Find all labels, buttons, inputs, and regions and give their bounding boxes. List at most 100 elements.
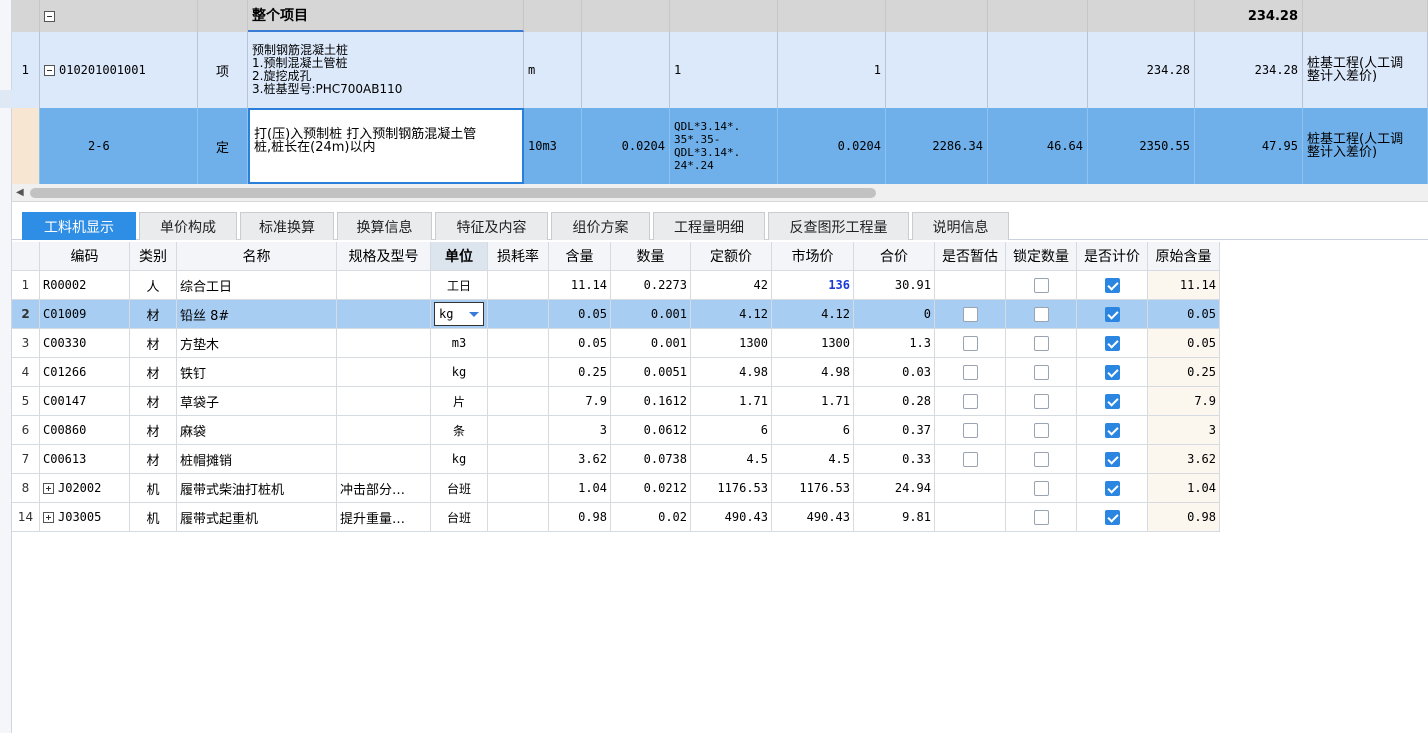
cell-quota[interactable]: 4.5	[691, 445, 772, 473]
cell-market[interactable]: 1.71	[772, 387, 854, 415]
header-is-priced[interactable]: 是否计价	[1077, 242, 1148, 270]
cell-code[interactable]: C00613	[40, 445, 130, 473]
header-unit[interactable]: 单位	[431, 242, 488, 270]
cell-spec[interactable]	[337, 358, 431, 386]
sub-content[interactable]: 0.0204	[582, 108, 670, 184]
cell-qty[interactable]: 0.001	[611, 300, 691, 328]
cell-total[interactable]: 0.33	[854, 445, 935, 473]
cell-name[interactable]: 铅丝 8#	[177, 300, 337, 328]
cell-content[interactable]: 0.05	[549, 329, 611, 357]
scroll-left-icon[interactable]: ◀	[16, 187, 24, 198]
cell-priced[interactable]	[1077, 387, 1148, 415]
cell-qty[interactable]: 0.0738	[611, 445, 691, 473]
quota-sub-row[interactable]: 2-6 定 打(压)入预制桩 打入预制钢筋混凝土管 桩,桩长在(24m)以内 1…	[12, 108, 1428, 184]
cell-no[interactable]: 7	[12, 445, 40, 473]
unit-dropdown[interactable]: kg	[434, 302, 484, 326]
cell-name[interactable]: 履带式柴油打桩机	[177, 474, 337, 502]
cell-priced[interactable]	[1077, 474, 1148, 502]
item-remark[interactable]: 桩基工程(人工调 整计入差价)	[1303, 32, 1428, 108]
cell-type[interactable]: 材	[130, 387, 177, 415]
cell-name[interactable]: 铁钉	[177, 358, 337, 386]
cell-code[interactable]: C00147	[40, 387, 130, 415]
header-quota-price[interactable]: 定额价	[691, 242, 772, 270]
cell-lock[interactable]	[1006, 445, 1077, 473]
cell-unit[interactable]: 工日	[431, 271, 488, 299]
cell-market[interactable]: 4.12	[772, 300, 854, 328]
cell-priced[interactable]	[1077, 329, 1148, 357]
cell-qty[interactable]: 0.1612	[611, 387, 691, 415]
table-row[interactable]: 4 C01266 材铁钉 kg 0.25 0.0051 4.98 4.98 0.03 0.25	[12, 358, 1220, 387]
cell-orig[interactable]: 11.14	[1148, 271, 1220, 299]
cell-lock[interactable]	[1006, 387, 1077, 415]
checkbox-est[interactable]	[962, 364, 978, 380]
cell-loss[interactable]	[488, 387, 549, 415]
checkbox-priced[interactable]	[1104, 277, 1120, 293]
cell-code[interactable]: C00330	[40, 329, 130, 357]
tab-unit-price-composition[interactable]: 单价构成	[139, 212, 237, 240]
cell-est[interactable]	[935, 329, 1006, 357]
cell-no[interactable]: 2	[12, 300, 40, 328]
cell-lock[interactable]	[1006, 358, 1077, 386]
cell-content[interactable]: 7.9	[549, 387, 611, 415]
cell-spec[interactable]	[337, 387, 431, 415]
table-row[interactable]: 5 C00147 材草袋子片 7.9 0.1612 1.71 1.71 0.28 7.9	[12, 387, 1220, 416]
cell-unit[interactable]: kg	[431, 358, 488, 386]
cell-type[interactable]: 材	[130, 329, 177, 357]
cell-total[interactable]: 30.91	[854, 271, 935, 299]
header-content[interactable]: 含量	[549, 242, 611, 270]
checkbox-lock[interactable]	[1033, 335, 1049, 351]
cell-orig[interactable]: 1.04	[1148, 474, 1220, 502]
header-total-price[interactable]: 合价	[854, 242, 935, 270]
cell-market[interactable]: 136	[772, 271, 854, 299]
cell-total[interactable]: 24.94	[854, 474, 935, 502]
cell-quota[interactable]: 1.71	[691, 387, 772, 415]
checkbox-priced[interactable]	[1104, 364, 1120, 380]
cell-no[interactable]: 1	[12, 271, 40, 299]
checkbox-priced[interactable]	[1104, 451, 1120, 467]
checkbox-priced[interactable]	[1104, 306, 1120, 322]
cell-content[interactable]: 3.62	[549, 445, 611, 473]
cell-lock[interactable]	[1006, 416, 1077, 444]
cell-qty[interactable]: 0.02	[611, 503, 691, 531]
cell-name[interactable]: 桩帽摊销	[177, 445, 337, 473]
cell-code[interactable]: C01266	[40, 358, 130, 386]
item-expression[interactable]: 1	[670, 32, 778, 108]
table-row[interactable]: 14 J03005 机履带式起重机 提升重量… 台班 0.98 0.02 490.43 490.…	[12, 503, 1220, 532]
table-row[interactable]: 3 C00330 材方垫木 m3 0.05 0.001 1300 1300 1.3 0.05	[12, 329, 1220, 358]
checkbox-lock[interactable]	[1033, 393, 1049, 409]
cell-orig[interactable]: 0.05	[1148, 300, 1220, 328]
cell-spec[interactable]: 冲击部分…	[337, 474, 431, 502]
cell-qty[interactable]: 0.001	[611, 329, 691, 357]
cell-quota[interactable]: 1176.53	[691, 474, 772, 502]
cell-quota[interactable]: 490.43	[691, 503, 772, 531]
cell-loss[interactable]	[488, 416, 549, 444]
cell-name[interactable]: 麻袋	[177, 416, 337, 444]
cell-est[interactable]	[935, 271, 1006, 299]
header-spec[interactable]: 规格及型号	[337, 242, 431, 270]
table-row[interactable]: 6 C00860 材麻袋条 3 0.0612 6 6 0.37 3	[12, 416, 1220, 445]
bill-item-row[interactable]: 1 010201001001 项 预制钢筋混凝土桩 1.预制混凝土管桩 2.旋挖…	[12, 32, 1428, 109]
item-quantity[interactable]: 1	[778, 32, 886, 108]
cell-code[interactable]: R00002	[40, 271, 130, 299]
sub-name-editor[interactable]: 打(压)入预制桩 打入预制钢筋混凝土管 桩,桩长在(24m)以内	[248, 108, 524, 184]
cell-lock[interactable]	[1006, 271, 1077, 299]
header-quantity[interactable]: 数量	[611, 242, 691, 270]
cell-content[interactable]: 0.05	[549, 300, 611, 328]
cell-market[interactable]: 1176.53	[772, 474, 854, 502]
item-name[interactable]: 预制钢筋混凝土桩 1.预制混凝土管桩 2.旋挖成孔 3.桩基型号:PHC700A…	[248, 32, 524, 108]
cell-type[interactable]: 材	[130, 416, 177, 444]
tab-features-content[interactable]: 特征及内容	[435, 212, 548, 240]
collapse-icon[interactable]	[44, 10, 55, 22]
checkbox-lock[interactable]	[1033, 277, 1049, 293]
checkbox-priced[interactable]	[1104, 393, 1120, 409]
cell-quota[interactable]: 42	[691, 271, 772, 299]
cell-priced[interactable]	[1077, 358, 1148, 386]
cell-orig[interactable]: 3	[1148, 416, 1220, 444]
checkbox-est[interactable]	[962, 306, 978, 322]
cell-total[interactable]: 0	[854, 300, 935, 328]
tab-pricing-plan[interactable]: 组价方案	[551, 212, 650, 240]
expand-icon[interactable]	[43, 511, 54, 523]
checkbox-priced[interactable]	[1104, 335, 1120, 351]
sub-remark[interactable]: 桩基工程(人工调 整计入差价)	[1303, 108, 1428, 184]
cell-total[interactable]: 1.3	[854, 329, 935, 357]
